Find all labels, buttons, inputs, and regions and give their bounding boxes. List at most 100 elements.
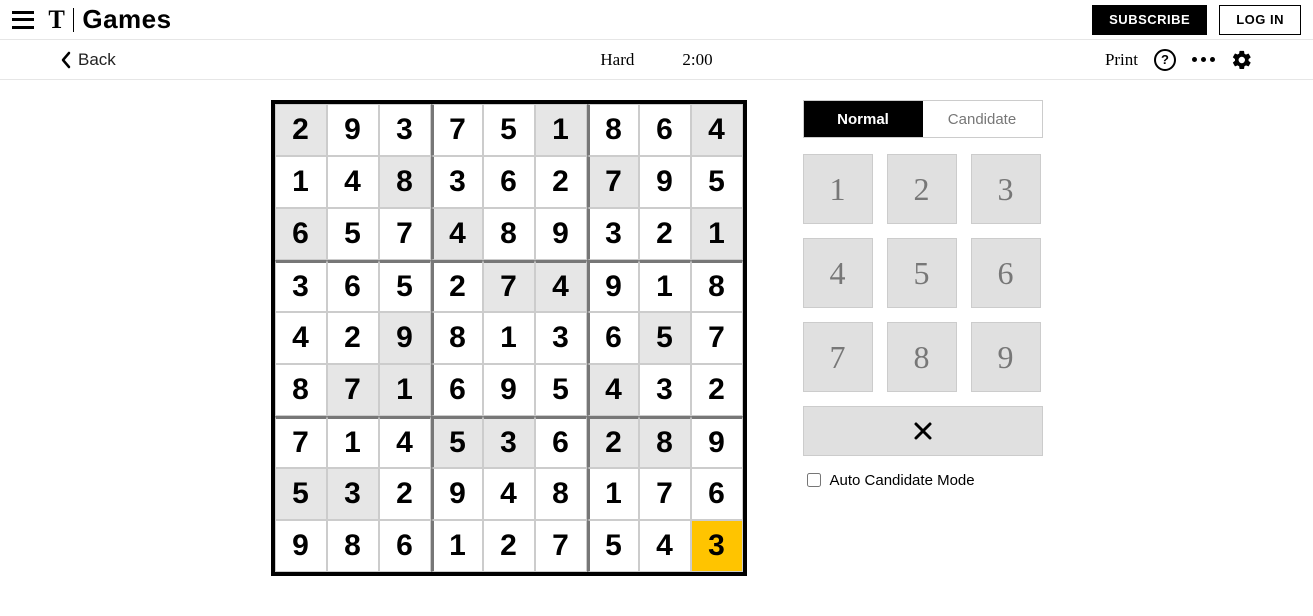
sudoku-cell[interactable]: 6 bbox=[483, 156, 535, 208]
sudoku-cell[interactable]: 3 bbox=[275, 260, 327, 312]
erase-button[interactable] bbox=[803, 406, 1043, 456]
sudoku-cell[interactable]: 5 bbox=[379, 260, 431, 312]
sudoku-cell[interactable]: 6 bbox=[691, 468, 743, 520]
sudoku-cell[interactable]: 5 bbox=[275, 468, 327, 520]
sudoku-cell[interactable]: 7 bbox=[431, 104, 483, 156]
sudoku-cell[interactable]: 5 bbox=[639, 312, 691, 364]
sudoku-cell[interactable]: 5 bbox=[431, 416, 483, 468]
sudoku-cell[interactable]: 8 bbox=[587, 104, 639, 156]
sudoku-cell[interactable]: 9 bbox=[327, 104, 379, 156]
sudoku-cell[interactable]: 2 bbox=[275, 104, 327, 156]
sudoku-cell[interactable]: 2 bbox=[379, 468, 431, 520]
sudoku-cell[interactable]: 9 bbox=[535, 208, 587, 260]
sudoku-cell[interactable]: 8 bbox=[379, 156, 431, 208]
login-button[interactable]: LOG IN bbox=[1219, 5, 1301, 35]
print-button[interactable]: Print bbox=[1105, 50, 1138, 70]
sudoku-cell[interactable]: 7 bbox=[275, 416, 327, 468]
keypad-6[interactable]: 6 bbox=[971, 238, 1041, 308]
sudoku-cell[interactable]: 2 bbox=[431, 260, 483, 312]
sudoku-cell[interactable]: 9 bbox=[587, 260, 639, 312]
sudoku-cell[interactable]: 8 bbox=[639, 416, 691, 468]
sudoku-cell[interactable]: 7 bbox=[639, 468, 691, 520]
sudoku-cell[interactable]: 5 bbox=[535, 364, 587, 416]
sudoku-cell[interactable]: 9 bbox=[483, 364, 535, 416]
sudoku-cell[interactable]: 4 bbox=[483, 468, 535, 520]
auto-candidate-toggle[interactable]: Auto Candidate Mode bbox=[803, 470, 1043, 490]
help-icon[interactable]: ? bbox=[1154, 49, 1176, 71]
sudoku-cell[interactable]: 6 bbox=[587, 312, 639, 364]
keypad-5[interactable]: 5 bbox=[887, 238, 957, 308]
sudoku-cell[interactable]: 8 bbox=[483, 208, 535, 260]
sudoku-cell[interactable]: 2 bbox=[327, 312, 379, 364]
sudoku-cell[interactable]: 4 bbox=[535, 260, 587, 312]
sudoku-cell[interactable]: 6 bbox=[535, 416, 587, 468]
sudoku-cell[interactable]: 1 bbox=[535, 104, 587, 156]
more-icon[interactable] bbox=[1192, 57, 1215, 62]
sudoku-cell[interactable]: 6 bbox=[379, 520, 431, 572]
sudoku-cell[interactable]: 1 bbox=[327, 416, 379, 468]
keypad-7[interactable]: 7 bbox=[803, 322, 873, 392]
sudoku-cell[interactable]: 7 bbox=[535, 520, 587, 572]
sudoku-cell[interactable]: 2 bbox=[483, 520, 535, 572]
keypad-9[interactable]: 9 bbox=[971, 322, 1041, 392]
sudoku-cell[interactable]: 1 bbox=[587, 468, 639, 520]
sudoku-cell[interactable]: 1 bbox=[379, 364, 431, 416]
sudoku-cell[interactable]: 7 bbox=[691, 312, 743, 364]
sudoku-cell[interactable]: 9 bbox=[431, 468, 483, 520]
sudoku-cell[interactable]: 3 bbox=[639, 364, 691, 416]
keypad-4[interactable]: 4 bbox=[803, 238, 873, 308]
settings-icon[interactable] bbox=[1231, 49, 1253, 71]
keypad-3[interactable]: 3 bbox=[971, 154, 1041, 224]
sudoku-cell[interactable]: 1 bbox=[431, 520, 483, 572]
sudoku-cell[interactable]: 2 bbox=[691, 364, 743, 416]
sudoku-cell[interactable]: 4 bbox=[587, 364, 639, 416]
sudoku-cell[interactable]: 9 bbox=[275, 520, 327, 572]
sudoku-cell[interactable]: 4 bbox=[639, 520, 691, 572]
sudoku-cell[interactable]: 2 bbox=[535, 156, 587, 208]
sudoku-cell[interactable]: 9 bbox=[379, 312, 431, 364]
sudoku-cell[interactable]: 4 bbox=[275, 312, 327, 364]
keypad-1[interactable]: 1 bbox=[803, 154, 873, 224]
sudoku-cell[interactable]: 5 bbox=[691, 156, 743, 208]
sudoku-cell[interactable]: 7 bbox=[483, 260, 535, 312]
sudoku-cell[interactable]: 3 bbox=[431, 156, 483, 208]
sudoku-cell[interactable]: 3 bbox=[535, 312, 587, 364]
sudoku-cell[interactable]: 9 bbox=[691, 416, 743, 468]
auto-candidate-checkbox[interactable] bbox=[807, 473, 821, 487]
sudoku-cell[interactable]: 7 bbox=[587, 156, 639, 208]
sudoku-cell[interactable]: 8 bbox=[535, 468, 587, 520]
sudoku-cell[interactable]: 4 bbox=[379, 416, 431, 468]
sudoku-cell[interactable]: 3 bbox=[483, 416, 535, 468]
mode-candidate[interactable]: Candidate bbox=[923, 101, 1042, 137]
sudoku-cell[interactable]: 8 bbox=[431, 312, 483, 364]
sudoku-cell[interactable]: 1 bbox=[275, 156, 327, 208]
sudoku-cell[interactable]: 8 bbox=[691, 260, 743, 312]
sudoku-cell[interactable]: 3 bbox=[327, 468, 379, 520]
sudoku-cell[interactable]: 3 bbox=[379, 104, 431, 156]
sudoku-cell[interactable]: 3 bbox=[587, 208, 639, 260]
mode-normal[interactable]: Normal bbox=[804, 101, 923, 137]
sudoku-cell[interactable]: 6 bbox=[327, 260, 379, 312]
sudoku-cell[interactable]: 4 bbox=[327, 156, 379, 208]
sudoku-cell[interactable]: 1 bbox=[483, 312, 535, 364]
keypad-8[interactable]: 8 bbox=[887, 322, 957, 392]
sudoku-cell[interactable]: 7 bbox=[327, 364, 379, 416]
sudoku-cell[interactable]: 4 bbox=[691, 104, 743, 156]
sudoku-cell[interactable]: 2 bbox=[639, 208, 691, 260]
sudoku-cell[interactable]: 8 bbox=[275, 364, 327, 416]
sudoku-cell[interactable]: 6 bbox=[431, 364, 483, 416]
menu-icon[interactable] bbox=[12, 11, 34, 29]
sudoku-cell[interactable]: 5 bbox=[483, 104, 535, 156]
sudoku-cell[interactable]: 7 bbox=[379, 208, 431, 260]
back-button[interactable]: Back bbox=[60, 50, 116, 70]
brand-logo[interactable]: T Games bbox=[48, 4, 172, 35]
sudoku-cell[interactable]: 5 bbox=[327, 208, 379, 260]
sudoku-cell[interactable]: 9 bbox=[639, 156, 691, 208]
sudoku-cell[interactable]: 1 bbox=[639, 260, 691, 312]
sudoku-cell[interactable]: 4 bbox=[431, 208, 483, 260]
sudoku-cell[interactable]: 6 bbox=[275, 208, 327, 260]
sudoku-cell[interactable]: 2 bbox=[587, 416, 639, 468]
keypad-2[interactable]: 2 bbox=[887, 154, 957, 224]
sudoku-cell[interactable]: 3 bbox=[691, 520, 743, 572]
sudoku-cell[interactable]: 5 bbox=[587, 520, 639, 572]
